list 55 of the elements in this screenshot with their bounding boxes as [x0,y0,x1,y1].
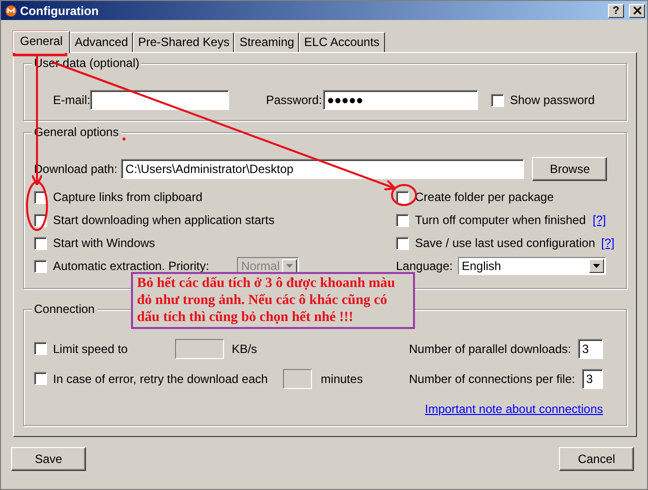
field-label: Number of connections per file: [409,372,576,386]
checkbox[interactable] [34,372,47,386]
tab[interactable]: ELC Accounts [299,32,385,52]
checkbox[interactable] [34,236,47,250]
dot-mark [122,138,126,140]
unit-label: minutes [320,372,363,386]
path-field[interactable]: C:\Users\Administrator\Desktop [121,158,524,179]
number-field[interactable]: 3 [578,338,603,359]
dropdown[interactable]: English [458,257,606,276]
field-label: Password: [266,93,323,107]
password-field[interactable]: ●●●●● [323,90,478,110]
cancel-button[interactable]: Cancel [559,447,634,471]
email-field[interactable] [90,90,229,110]
checkbox[interactable] [491,94,504,106]
number-field[interactable] [174,338,224,359]
dropdown-arrow-icon [286,264,294,268]
close-button[interactable] [629,4,645,18]
info-link[interactable]: Important note about connections [424,402,603,416]
annotation-note: Bỏ hết các dấu tích ở 3 ô được khoanh màu đỏ như trong ảnh. Nếu các ô khác cũng có dấu tích thì cũng bỏ chọn hết nhé !!! [131,272,415,329]
checkbox-label: Automatic extraction. Priority: [53,259,210,274]
help-link[interactable]: [?] [592,213,606,228]
group-label: Connection [32,302,97,316]
close-icon [632,6,642,15]
checkbox-label: Capture links from clipboard [53,190,202,204]
app-logo-icon [5,4,17,17]
number-field[interactable] [282,368,312,389]
checkbox-label: Create folder per package [415,190,554,204]
dropdown-arrow-icon [593,264,600,268]
checkbox[interactable] [34,260,47,273]
tab[interactable]: Streaming [234,32,300,52]
field-label: Number of parallel downloads: [409,342,572,356]
unit-label: KB/s [232,342,258,356]
highlight-circle [26,181,48,231]
window-title: Configuration [20,4,99,18]
tab[interactable]: Advanced [70,32,134,52]
help-link[interactable]: [?] [601,236,614,250]
checkbox[interactable] [396,236,409,250]
checkbox-label: Show password [510,93,595,107]
field-label: E-mail: [53,93,90,107]
checkbox-label: Limit speed to [53,342,128,356]
highlight-circle [391,184,417,206]
checkbox-label: Turn off computer when finished [415,213,586,228]
number-field[interactable]: 3 [582,368,603,389]
checkbox[interactable] [34,342,47,356]
checkbox-label: Save / use last used configuration [415,236,596,250]
checkbox[interactable] [396,190,409,204]
checkbox-label: Start with Windows [53,236,156,250]
field-label: Language: [396,259,453,274]
browse-button[interactable]: Browse [532,156,608,181]
checkbox[interactable] [396,214,409,227]
save-button[interactable]: Save [11,447,86,471]
tab[interactable]: Pre-Shared Keys [133,32,234,52]
checkbox-label: Start downloading when application starts [53,213,274,228]
help-button[interactable]: ? [608,4,624,18]
checkbox-label: In case of error, retry the download each [53,372,268,386]
